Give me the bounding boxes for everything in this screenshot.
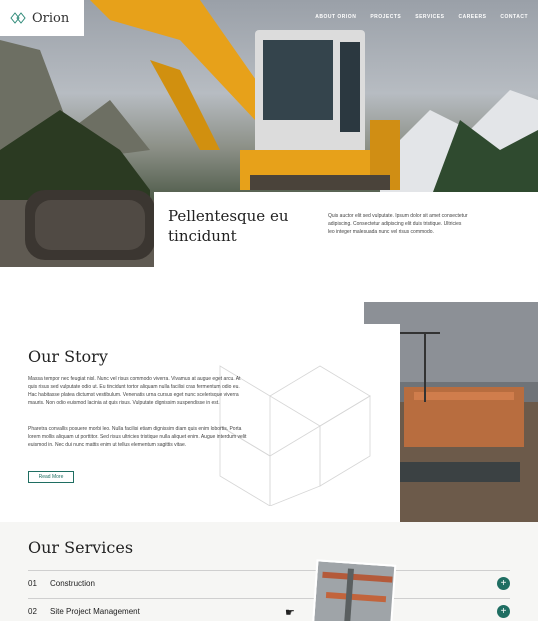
hero-text: Quis auctor elit sed vulputate. Ipsum do… — [328, 213, 468, 235]
service-item-construction[interactable]: 01 Construction + — [28, 570, 510, 596]
nav-about[interactable]: ABOUT ORION — [315, 14, 356, 20]
nav-careers[interactable]: CAREERS — [458, 14, 486, 20]
main-nav: ABOUT ORION PROJECTS SERVICES CAREERS CO… — [315, 14, 528, 20]
service-number: 01 — [28, 579, 37, 588]
logo[interactable]: Orion — [0, 0, 84, 36]
service-item-site-project-management[interactable]: 02 Site Project Management + — [28, 598, 510, 621]
story-paragraph-1: Massa tempor nec feugiat nisl. Nunc vel … — [28, 376, 241, 406]
service-label: Site Project Management — [50, 607, 140, 616]
service-hover-image — [311, 559, 397, 621]
story-paragraph-2: Pharetra convallis posuere morbi leo. Nu… — [28, 426, 247, 448]
nav-services[interactable]: SERVICES — [415, 14, 444, 20]
story-title: Our Story — [28, 347, 108, 366]
nav-projects[interactable]: PROJECTS — [370, 14, 401, 20]
geometric-pattern — [219, 365, 371, 506]
hand-cursor-icon: ☛ — [285, 607, 295, 619]
story-section: Our Story Massa tempor nec feugiat nisl.… — [0, 267, 538, 522]
hero-banner: Orion ABOUT ORION PROJECTS SERVICES CARE… — [0, 0, 538, 267]
hero-title: Pellentesque eu tincidunt — [168, 207, 289, 245]
hero-card: Pellentesque eu tincidunt Quis auctor el… — [154, 192, 538, 267]
expand-plus-icon[interactable]: + — [497, 605, 510, 618]
expand-plus-icon[interactable]: + — [497, 577, 510, 590]
service-label: Construction — [50, 579, 95, 588]
services-section: Our Services 01 Construction + 02 Site P… — [0, 522, 538, 621]
logo-text: Orion — [32, 10, 70, 26]
services-title: Our Services — [28, 538, 134, 557]
read-more-button[interactable]: Read More — [28, 471, 74, 483]
orion-logo-icon — [10, 12, 26, 24]
nav-contact[interactable]: CONTACT — [500, 14, 528, 20]
service-number: 02 — [28, 607, 37, 616]
